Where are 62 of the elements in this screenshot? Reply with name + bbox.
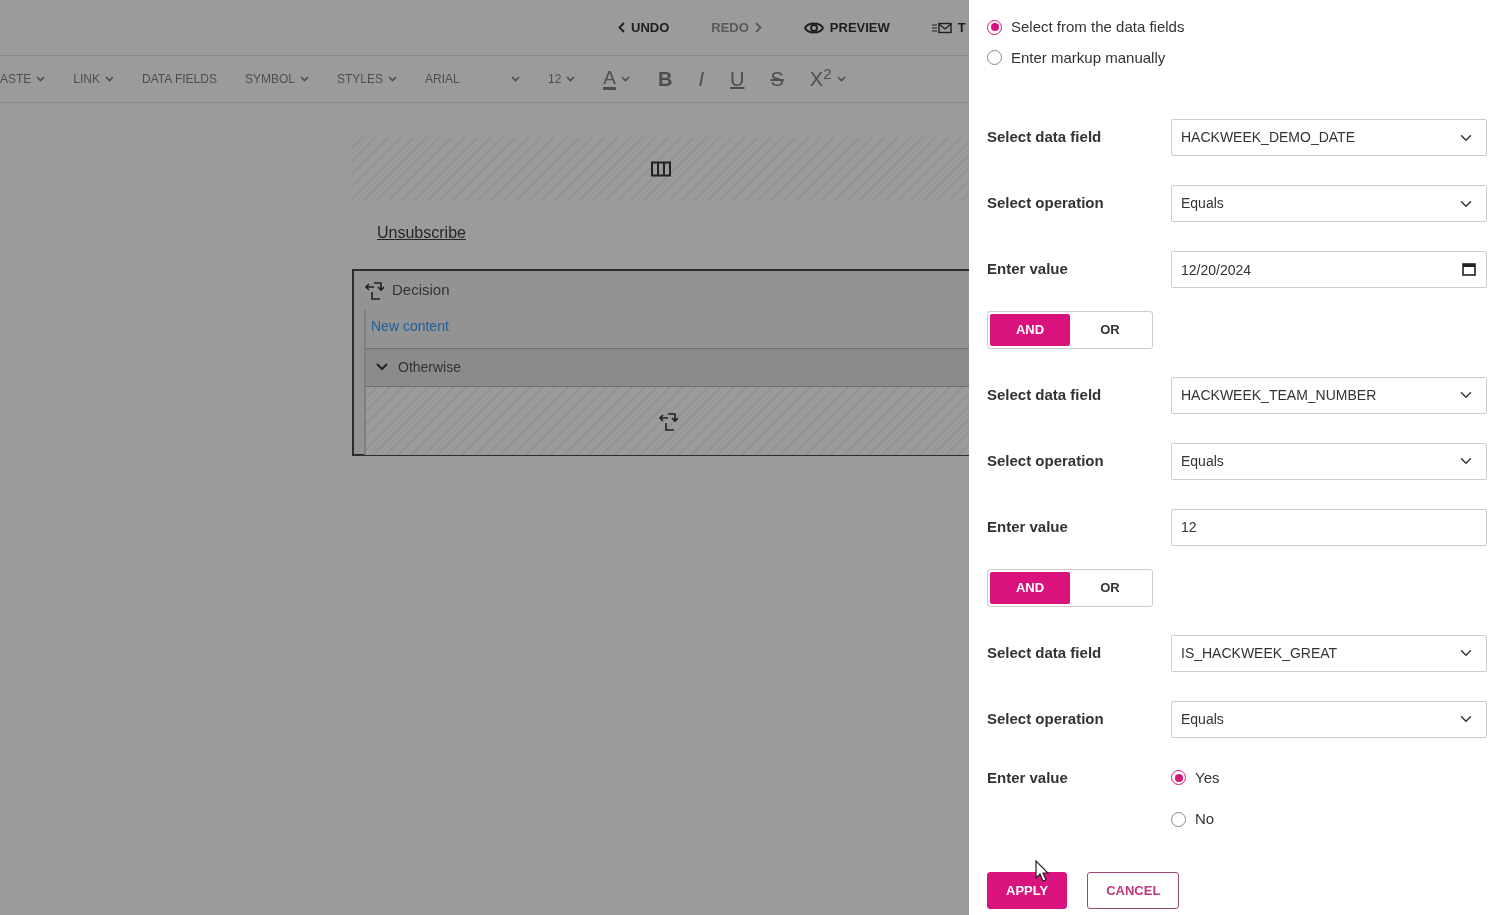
caret-icon xyxy=(36,76,46,82)
field-label: Select data field xyxy=(987,642,1103,663)
chevron-left-icon xyxy=(618,22,625,33)
input-field[interactable]: 12 xyxy=(1171,508,1487,546)
template-button[interactable]: T xyxy=(931,17,966,38)
toolbar-item[interactable]: STYLES xyxy=(336,70,397,88)
font-select[interactable]: ARIAL xyxy=(425,70,520,88)
strike-button[interactable]: S xyxy=(770,64,784,94)
select-field[interactable]: Equals xyxy=(1171,700,1487,738)
chevron-right-icon xyxy=(754,22,762,33)
branch-icon[interactable] xyxy=(657,410,678,431)
cancel-button[interactable]: CANCEL xyxy=(1087,872,1180,909)
field-label: Select operation xyxy=(987,451,1105,471)
unsubscribe-link[interactable]: Unsubscribe xyxy=(377,221,466,245)
select-field[interactable]: HACKWEEK_DEMO_DATE xyxy=(1171,119,1487,156)
columns-icon[interactable] xyxy=(650,161,671,177)
mode-radio-label: Select from the data fields xyxy=(1011,17,1185,37)
cursor-icon xyxy=(1035,860,1049,882)
calendar-icon[interactable] xyxy=(1462,262,1476,276)
select-field[interactable]: Equals xyxy=(1171,442,1487,480)
preview-button[interactable]: PREVIEW xyxy=(803,17,890,38)
text-color-button[interactable]: A xyxy=(603,68,631,90)
field-label: Enter value xyxy=(987,259,1069,280)
caret-icon xyxy=(388,76,397,82)
toolbar-item[interactable]: ASTE xyxy=(0,70,46,88)
caret-icon xyxy=(511,76,520,82)
toolbar-item[interactable]: DATA FIELDS xyxy=(142,70,217,88)
select-field[interactable]: IS_HACKWEEK_GREAT xyxy=(1171,634,1487,672)
sup-button[interactable]: X$^{2}$ xyxy=(809,64,846,94)
caret-icon xyxy=(105,76,115,82)
toggle-option[interactable]: AND xyxy=(990,313,1070,346)
underline-button[interactable]: U xyxy=(730,64,745,94)
apply-button[interactable]: APPLY xyxy=(987,872,1068,909)
bold-button[interactable]: B xyxy=(658,64,673,94)
decision-title: Decision xyxy=(392,280,450,300)
toggle-option[interactable]: AND xyxy=(990,571,1070,604)
field-label: Enter value xyxy=(987,767,1069,788)
field-label: Select data field xyxy=(987,127,1103,148)
eye-icon xyxy=(803,20,824,35)
undo-button[interactable]: UNDO xyxy=(618,17,670,38)
field-label: Select operation xyxy=(987,708,1105,729)
date-field[interactable]: 12/20/2024 xyxy=(1171,251,1487,288)
branch-icon xyxy=(364,280,384,301)
value-radio-label: No xyxy=(1195,809,1215,829)
field-label: Enter value xyxy=(987,517,1069,537)
mode-radio-label: Enter markup manually xyxy=(1011,47,1166,68)
toolbar-item[interactable]: SYMBOL xyxy=(244,70,309,88)
select-field[interactable]: HACKWEEK_TEAM_NUMBER xyxy=(1171,376,1487,414)
chevron-down-icon xyxy=(376,363,388,371)
envelope-list-icon xyxy=(931,21,952,34)
field-label: Select operation xyxy=(987,193,1105,214)
italic-button[interactable]: I xyxy=(698,64,705,94)
toolbar-item[interactable]: LINK xyxy=(73,70,115,88)
caret-icon xyxy=(621,76,631,82)
field-label: Select data field xyxy=(987,385,1103,405)
caret-icon xyxy=(566,76,576,82)
otherwise-header[interactable]: Otherwise xyxy=(366,347,969,387)
toolbar-item[interactable]: 12 xyxy=(548,70,576,88)
select-field[interactable]: Equals xyxy=(1171,185,1487,222)
value-radio-label: Yes xyxy=(1195,767,1220,788)
caret-icon xyxy=(299,76,309,82)
caret-icon xyxy=(836,76,846,82)
